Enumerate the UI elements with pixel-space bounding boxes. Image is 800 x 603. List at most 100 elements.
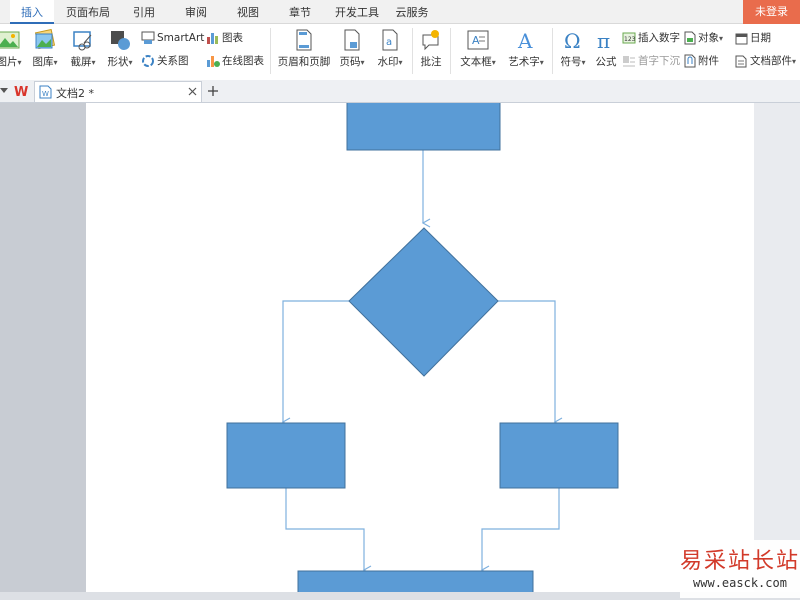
svg-text:123: 123	[624, 36, 636, 43]
dropdown-arrow-icon[interactable]	[0, 88, 8, 94]
formula-label: 公式	[595, 56, 617, 68]
watermark-title: 易采站长站	[680, 549, 800, 574]
page-number-label: 页码	[339, 56, 361, 68]
doc-parts-button[interactable]: 文档部件▾	[735, 53, 796, 69]
screenshot-button[interactable]: 截屏▾	[66, 29, 100, 69]
right-margin-bar	[754, 103, 800, 600]
connector-left-to-bottom[interactable]	[285, 488, 372, 575]
textbox-button[interactable]: A 文本框▾	[456, 29, 500, 69]
calendar-icon	[735, 33, 748, 44]
ribbon: 图片▾ 图库▾ 截屏▾ 形状▾ SmartArt 关系图 图表 在线图表 页眉和…	[0, 24, 800, 81]
gallery-label: 图库	[32, 56, 54, 68]
screenshot-label: 截屏	[70, 56, 92, 68]
symbol-button[interactable]: Ω 符号▾	[556, 29, 590, 69]
document-tab-title: 文档2 *	[56, 87, 94, 100]
tab-cloud[interactable]: 云服务	[390, 0, 434, 24]
omega-icon: Ω	[564, 29, 581, 51]
page-number-button[interactable]: 页码▾	[334, 29, 370, 69]
document-icon: W	[39, 85, 52, 99]
tab-developer[interactable]: 开发工具	[330, 0, 384, 24]
tab-page-layout[interactable]: 页面布局	[62, 0, 114, 24]
online-chart-button[interactable]: 在线图表	[206, 53, 264, 69]
chart-button[interactable]: 图表	[206, 30, 243, 46]
workspace	[0, 96, 800, 603]
object-label: 对象	[698, 32, 719, 44]
connector-decision-to-left[interactable]	[281, 300, 349, 427]
header-footer-button[interactable]: 页眉和页脚	[276, 29, 332, 69]
header-footer-label: 页眉和页脚	[277, 56, 331, 68]
object-icon	[684, 31, 696, 45]
wordart-icon: A	[517, 29, 533, 51]
wordart-label: 艺术字	[508, 56, 540, 68]
document-page[interactable]	[86, 96, 754, 603]
svg-text:W: W	[42, 90, 49, 98]
smartart-label: SmartArt	[157, 32, 205, 44]
attachment-label: 附件	[698, 55, 719, 67]
connector-decision-to-right[interactable]	[498, 300, 563, 427]
gallery-icon	[34, 29, 56, 50]
drop-cap-label: 首字下沉	[638, 55, 680, 67]
number-icon: 123	[622, 32, 636, 44]
gallery-button[interactable]: 图库▾	[28, 29, 62, 69]
chart-label: 图表	[222, 32, 243, 44]
tab-references[interactable]: 引用	[126, 0, 162, 24]
pi-icon: π	[597, 29, 610, 51]
site-watermark: 易采站长站 www.easck.com	[680, 540, 800, 598]
date-label: 日期	[750, 32, 771, 44]
page-number-icon	[344, 29, 360, 51]
tab-view[interactable]: 视图	[230, 0, 266, 24]
watermark-button[interactable]: a 水印▾	[372, 29, 408, 69]
decision-diamond[interactable]	[348, 227, 499, 377]
watermark-url: www.easck.com	[693, 576, 787, 590]
new-tab-plus-icon[interactable]	[207, 85, 219, 97]
svg-text:a: a	[386, 37, 392, 48]
shapes-label: 形状	[107, 56, 129, 68]
attachment-icon	[684, 54, 696, 68]
connector-right-to-bottom[interactable]	[480, 488, 560, 575]
header-footer-icon	[296, 29, 312, 51]
ribbon-separator	[450, 28, 451, 74]
drop-cap-button[interactable]: 首字下沉	[622, 53, 680, 69]
wordart-button[interactable]: A 艺术字▾	[504, 29, 548, 69]
doc-parts-icon	[735, 55, 747, 67]
relation-label: 关系图	[157, 55, 189, 67]
ribbon-separator	[552, 28, 553, 74]
object-button[interactable]: 对象▾	[684, 30, 723, 46]
process-box-right[interactable]	[499, 422, 619, 489]
menu-bar: 插入 页面布局 引用 审阅 视图 章节 开发工具 云服务 未登录	[0, 0, 800, 24]
tab-insert[interactable]: 插入	[10, 0, 54, 24]
shapes-button[interactable]: 形状▾	[103, 29, 137, 69]
comment-icon	[422, 30, 439, 51]
document-tab[interactable]: W 文档2 *	[34, 81, 202, 102]
insert-number-label: 插入数字	[638, 32, 680, 44]
watermark-label: 水印	[377, 56, 399, 68]
process-box-top[interactable]	[346, 96, 501, 151]
close-icon[interactable]	[188, 87, 197, 96]
svg-text:A: A	[517, 29, 533, 51]
process-box-left[interactable]	[226, 422, 346, 489]
tab-chapter[interactable]: 章节	[282, 0, 318, 24]
picture-label: 图片	[0, 56, 18, 68]
online-chart-label: 在线图表	[222, 55, 264, 67]
tab-review[interactable]: 审阅	[178, 0, 214, 24]
relation-diagram-icon	[142, 55, 154, 67]
login-button[interactable]: 未登录	[743, 0, 800, 24]
svg-text:W: W	[14, 85, 28, 98]
smartart-button[interactable]: SmartArt	[141, 30, 204, 46]
online-chart-icon	[207, 56, 220, 67]
wps-logo-icon[interactable]: W	[14, 84, 30, 98]
relation-button[interactable]: 关系图	[141, 53, 189, 69]
textbox-icon: A	[467, 30, 489, 50]
date-button[interactable]: 日期	[735, 30, 771, 46]
drop-cap-icon	[623, 56, 635, 67]
textbox-label: 文本框	[460, 56, 492, 68]
attachment-button[interactable]: 附件	[684, 53, 719, 69]
bar-chart-icon	[207, 33, 218, 44]
comment-button[interactable]: 批注	[416, 29, 446, 69]
flowchart	[226, 96, 619, 603]
insert-number-button[interactable]: 123 插入数字	[622, 30, 680, 46]
doc-parts-label: 文档部件	[750, 55, 792, 67]
formula-button[interactable]: π 公式	[592, 29, 620, 69]
smartart-icon	[141, 31, 155, 44]
picture-button[interactable]: 图片▾	[0, 29, 24, 69]
